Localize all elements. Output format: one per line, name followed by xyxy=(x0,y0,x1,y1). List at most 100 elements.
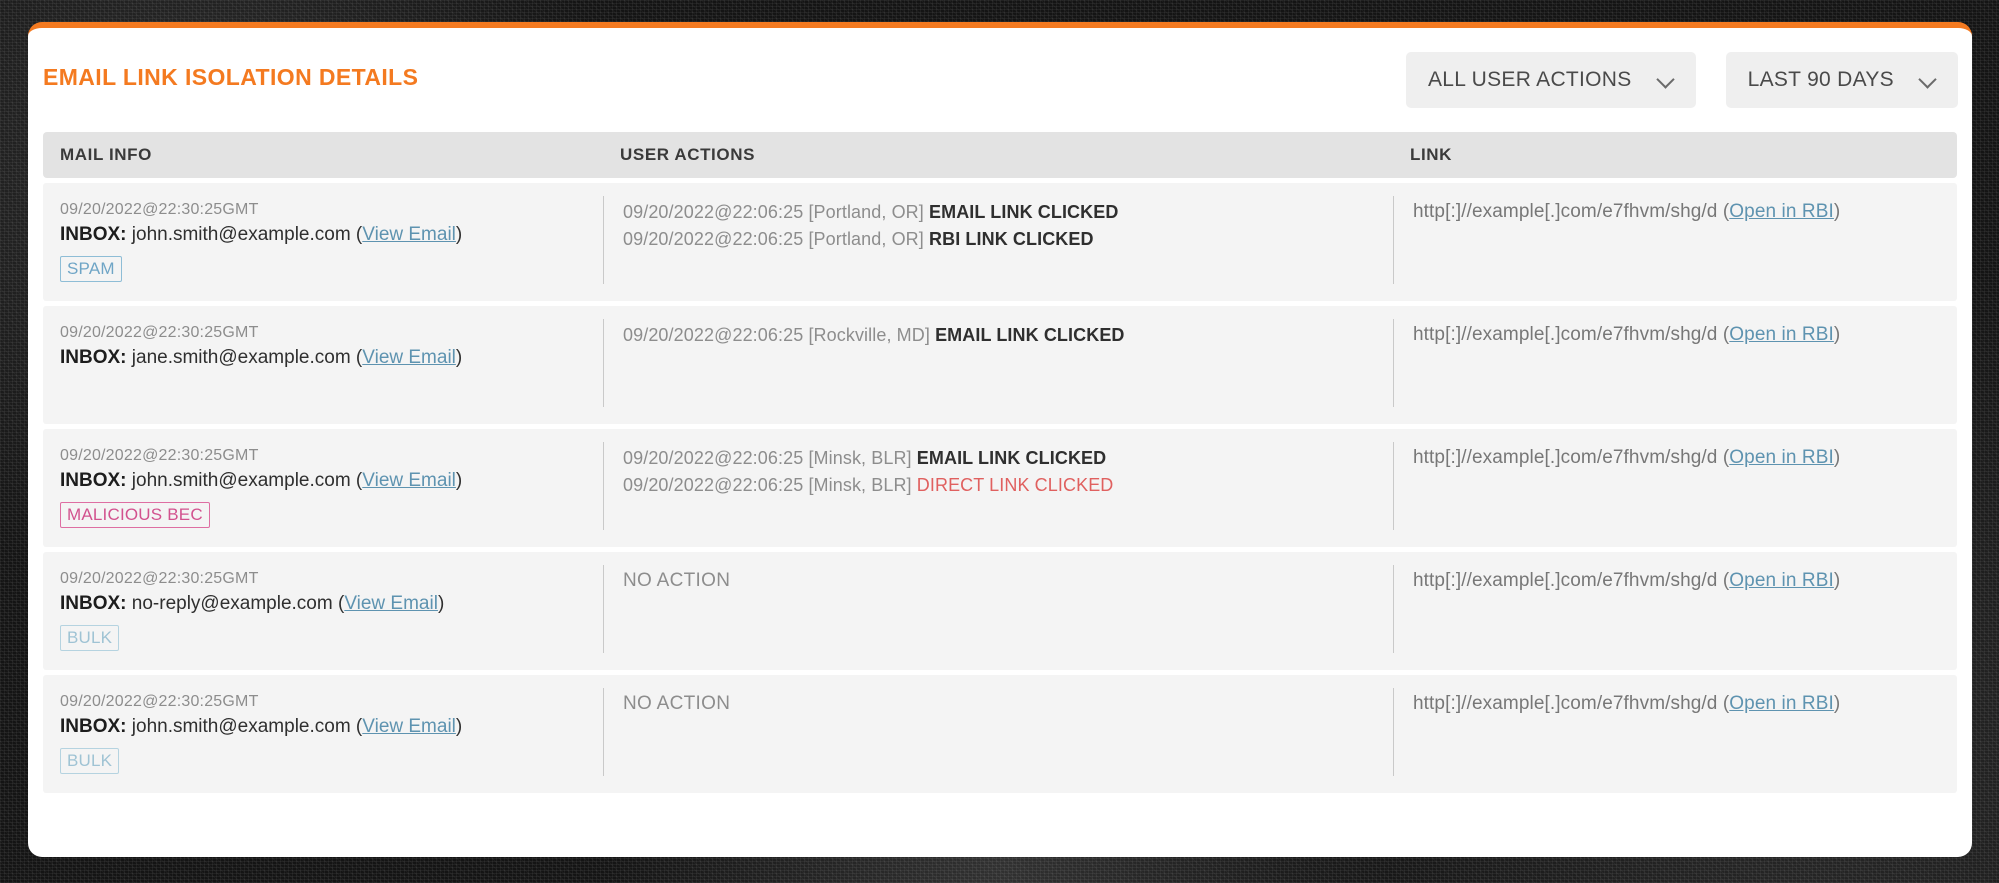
mail-info-cell: 09/20/2022@22:30:25GMT INBOX: no-reply@ex… xyxy=(43,568,603,658)
mail-address: jane.smith@example.com xyxy=(131,347,351,368)
table-row: 09/20/2022@22:30:25GMT INBOX: john.smith@… xyxy=(43,429,1957,547)
isolated-url: http[:]//example[.]com/e7fhvm/shg/d xyxy=(1413,570,1718,591)
email-link-isolation-panel: EMAIL LINK ISOLATION DETAILS ALL USER AC… xyxy=(28,22,1972,857)
action-location: [Rockville, MD] xyxy=(808,325,930,345)
user-actions-cell: 09/20/2022@22:06:25 [Minsk, BLR] EMAIL L… xyxy=(603,442,1393,535)
time-range-filter[interactable]: LAST 90 DAYS xyxy=(1725,52,1958,108)
action-verdict: EMAIL LINK CLICKED xyxy=(916,448,1107,468)
chevron-down-icon xyxy=(1658,72,1674,88)
action-timestamp: 09/20/2022@22:06:25 xyxy=(623,325,804,345)
link-cell: http[:]//example[.]com/e7fhvm/shg/d (Ope… xyxy=(1393,442,1957,535)
mail-info-cell: 09/20/2022@22:30:25GMT INBOX: john.smith@… xyxy=(43,691,603,781)
action-verdict: EMAIL LINK CLICKED xyxy=(929,202,1119,222)
view-email-link[interactable]: View Email xyxy=(362,470,456,491)
mail-recipient-line: INBOX: jane.smith@example.com (View Emai… xyxy=(60,347,463,368)
action-verdict: EMAIL LINK CLICKED xyxy=(935,325,1125,345)
mail-info-cell: 09/20/2022@22:30:25GMT INBOX: john.smith@… xyxy=(43,199,603,289)
page-title: EMAIL LINK ISOLATION DETAILS xyxy=(43,64,419,90)
isolated-url-line: http[:]//example[.]com/e7fhvm/shg/d (Ope… xyxy=(1413,201,1841,222)
user-actions-filter[interactable]: ALL USER ACTIONS xyxy=(1406,52,1696,108)
time-range-filter-label: LAST 90 DAYS xyxy=(1747,68,1894,91)
action-timestamp: 09/20/2022@22:06:25 xyxy=(623,448,804,468)
mail-timestamp: 09/20/2022@22:30:25GMT xyxy=(60,447,259,464)
mail-recipient-line: INBOX: no-reply@example.com (View Email) xyxy=(60,593,445,614)
view-email-link[interactable]: View Email xyxy=(362,224,456,245)
table-header-row: MAIL INFO USER ACTIONS LINK xyxy=(43,132,1957,178)
open-in-rbi-link[interactable]: Open in RBI xyxy=(1729,447,1834,468)
action-timestamp: 09/20/2022@22:06:25 xyxy=(623,475,804,495)
action-verdict: RBI LINK CLICKED xyxy=(929,229,1094,249)
status-badge: BULK xyxy=(60,748,120,774)
mail-info-cell: 09/20/2022@22:30:25GMT INBOX: jane.smith@… xyxy=(43,322,603,412)
isolation-details-table: MAIL INFO USER ACTIONS LINK 09/20/2022@2… xyxy=(43,132,1957,798)
isolated-url: http[:]//example[.]com/e7fhvm/shg/d xyxy=(1413,447,1718,468)
user-actions-cell: 09/20/2022@22:06:25 [Rockville, MD] EMAI… xyxy=(603,319,1393,412)
user-actions-cell: 09/20/2022@22:06:25 [Portland, OR] EMAIL… xyxy=(603,196,1393,289)
table-row: 09/20/2022@22:30:25GMT INBOX: jane.smith@… xyxy=(43,306,1957,424)
mail-address: john.smith@example.com xyxy=(131,470,351,491)
mail-address: john.smith@example.com xyxy=(131,224,351,245)
mail-timestamp: 09/20/2022@22:30:25GMT xyxy=(60,570,259,587)
action-timestamp: 09/20/2022@22:06:25 xyxy=(623,202,804,222)
isolated-url: http[:]//example[.]com/e7fhvm/shg/d xyxy=(1413,201,1718,222)
isolated-url-line: http[:]//example[.]com/e7fhvm/shg/d (Ope… xyxy=(1413,447,1841,468)
mail-folder-label: INBOX: xyxy=(60,470,127,491)
isolated-url: http[:]//example[.]com/e7fhvm/shg/d xyxy=(1413,693,1718,714)
mail-folder-label: INBOX: xyxy=(60,593,127,614)
status-badge: MALICIOUS BEC xyxy=(60,502,210,528)
mail-timestamp: 09/20/2022@22:30:25GMT xyxy=(60,693,259,710)
view-email-link[interactable]: View Email xyxy=(362,347,456,368)
open-in-rbi-link[interactable]: Open in RBI xyxy=(1729,201,1834,222)
filter-bar: ALL USER ACTIONS LAST 90 DAYS xyxy=(1406,52,1958,108)
user-action-entry: 09/20/2022@22:06:25 [Portland, OR] RBI L… xyxy=(623,226,1393,253)
column-header-mail-info: MAIL INFO xyxy=(60,145,152,164)
user-action-entry: 09/20/2022@22:06:25 [Rockville, MD] EMAI… xyxy=(623,322,1393,349)
mail-timestamp: 09/20/2022@22:30:25GMT xyxy=(60,324,259,341)
view-email-link[interactable]: View Email xyxy=(344,593,438,614)
action-timestamp: 09/20/2022@22:06:25 xyxy=(623,229,804,249)
view-email-link[interactable]: View Email xyxy=(362,716,456,737)
table-row: 09/20/2022@22:30:25GMT INBOX: john.smith@… xyxy=(43,183,1957,301)
isolated-url: http[:]//example[.]com/e7fhvm/shg/d xyxy=(1413,324,1718,345)
user-actions-filter-label: ALL USER ACTIONS xyxy=(1428,68,1632,91)
column-header-link: LINK xyxy=(1410,145,1453,164)
link-cell: http[:]//example[.]com/e7fhvm/shg/d (Ope… xyxy=(1393,688,1957,781)
mail-address: no-reply@example.com xyxy=(131,593,333,614)
isolated-url-line: http[:]//example[.]com/e7fhvm/shg/d (Ope… xyxy=(1413,324,1841,345)
user-action-entry: 09/20/2022@22:06:25 [Portland, OR] EMAIL… xyxy=(623,199,1393,226)
table-body: 09/20/2022@22:30:25GMT INBOX: john.smith@… xyxy=(43,183,1957,793)
status-badge: BULK xyxy=(60,625,120,651)
mail-info-cell: 09/20/2022@22:30:25GMT INBOX: john.smith@… xyxy=(43,445,603,535)
action-location: [Portland, OR] xyxy=(808,229,924,249)
mail-address: john.smith@example.com xyxy=(131,716,351,737)
open-in-rbi-link[interactable]: Open in RBI xyxy=(1729,324,1834,345)
open-in-rbi-link[interactable]: Open in RBI xyxy=(1729,693,1834,714)
user-action-entry: 09/20/2022@22:06:25 [Minsk, BLR] DIRECT … xyxy=(623,472,1393,499)
isolated-url-line: http[:]//example[.]com/e7fhvm/shg/d (Ope… xyxy=(1413,693,1841,714)
action-location: [Minsk, BLR] xyxy=(808,448,912,468)
mail-folder-label: INBOX: xyxy=(60,224,127,245)
mail-timestamp: 09/20/2022@22:30:25GMT xyxy=(60,201,259,218)
no-action-label: NO ACTION xyxy=(623,570,731,591)
mail-folder-label: INBOX: xyxy=(60,347,127,368)
link-cell: http[:]//example[.]com/e7fhvm/shg/d (Ope… xyxy=(1393,319,1957,412)
link-cell: http[:]//example[.]com/e7fhvm/shg/d (Ope… xyxy=(1393,196,1957,289)
table-row: 09/20/2022@22:30:25GMT INBOX: john.smith@… xyxy=(43,675,1957,793)
link-cell: http[:]//example[.]com/e7fhvm/shg/d (Ope… xyxy=(1393,565,1957,658)
mail-recipient-line: INBOX: john.smith@example.com (View Emai… xyxy=(60,224,463,245)
no-action-label: NO ACTION xyxy=(623,693,731,714)
user-actions-cell: NO ACTION xyxy=(603,565,1393,658)
table-row: 09/20/2022@22:30:25GMT INBOX: no-reply@ex… xyxy=(43,552,1957,670)
chevron-down-icon xyxy=(1920,72,1936,88)
column-header-user-actions: USER ACTIONS xyxy=(620,145,756,164)
isolated-url-line: http[:]//example[.]com/e7fhvm/shg/d (Ope… xyxy=(1413,570,1841,591)
status-badge: SPAM xyxy=(60,256,122,282)
mail-folder-label: INBOX: xyxy=(60,716,127,737)
mail-recipient-line: INBOX: john.smith@example.com (View Emai… xyxy=(60,716,463,737)
user-action-entry: 09/20/2022@22:06:25 [Minsk, BLR] EMAIL L… xyxy=(623,445,1393,472)
action-verdict: DIRECT LINK CLICKED xyxy=(916,475,1114,495)
user-actions-cell: NO ACTION xyxy=(603,688,1393,781)
action-location: [Portland, OR] xyxy=(808,202,924,222)
open-in-rbi-link[interactable]: Open in RBI xyxy=(1729,570,1834,591)
mail-recipient-line: INBOX: john.smith@example.com (View Emai… xyxy=(60,470,463,491)
